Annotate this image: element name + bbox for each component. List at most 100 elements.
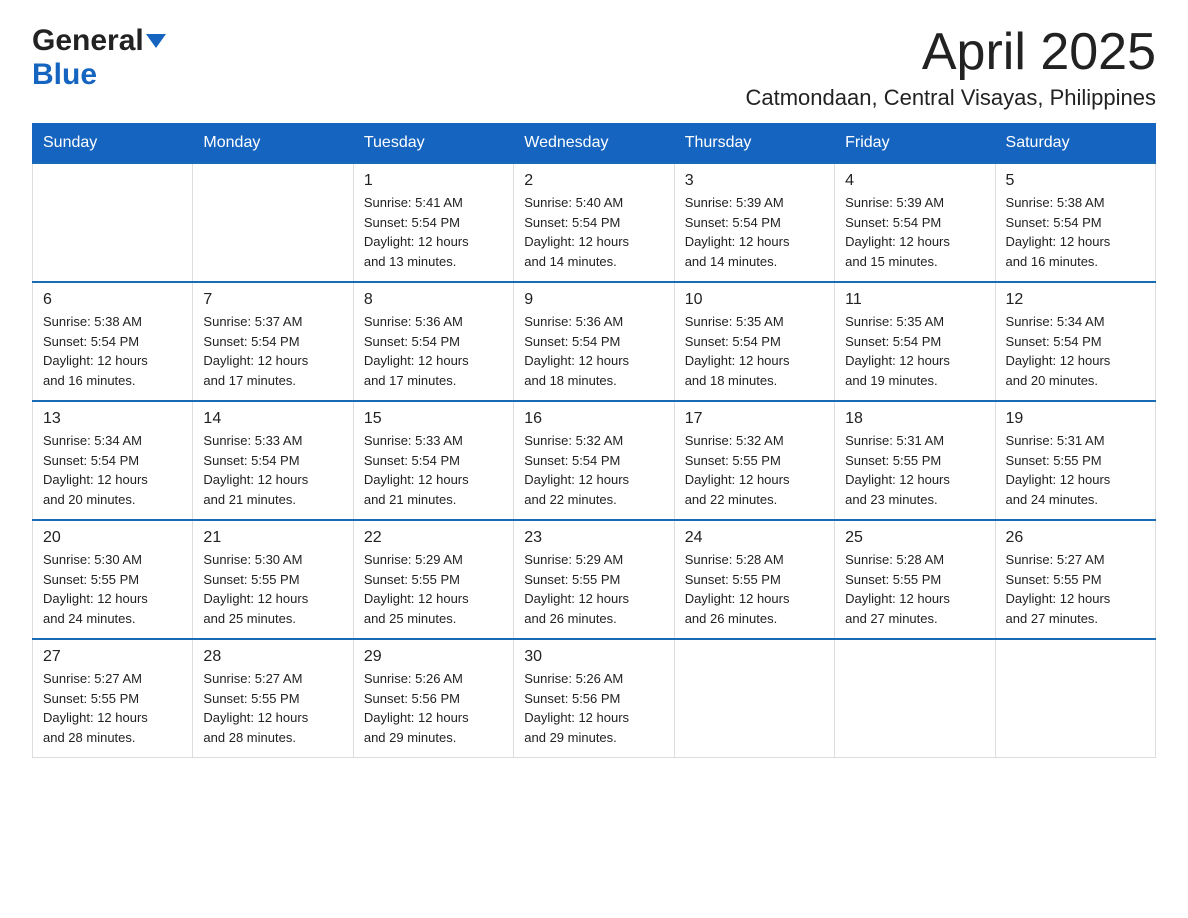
day-number: 2 [524, 172, 663, 190]
page-header: General Blue April 2025 Catmondaan, Cent… [32, 24, 1156, 111]
calendar-cell-2-3: 16Sunrise: 5:32 AMSunset: 5:54 PMDayligh… [514, 401, 674, 520]
calendar-header: SundayMondayTuesdayWednesdayThursdayFrid… [33, 124, 1156, 164]
day-info: Sunrise: 5:32 AMSunset: 5:55 PMDaylight:… [685, 431, 824, 509]
day-info: Sunrise: 5:38 AMSunset: 5:54 PMDaylight:… [1006, 193, 1145, 271]
day-number: 28 [203, 648, 342, 666]
calendar-cell-3-5: 25Sunrise: 5:28 AMSunset: 5:55 PMDayligh… [835, 520, 995, 639]
day-number: 30 [524, 648, 663, 666]
calendar-cell-3-2: 22Sunrise: 5:29 AMSunset: 5:55 PMDayligh… [353, 520, 513, 639]
day-info: Sunrise: 5:26 AMSunset: 5:56 PMDaylight:… [364, 669, 503, 747]
day-info: Sunrise: 5:32 AMSunset: 5:54 PMDaylight:… [524, 431, 663, 509]
calendar-cell-3-3: 23 Sunrise: 5:29 AMSunset: 5:55 PMDayligh… [514, 520, 674, 639]
calendar-cell-3-6: 26 Sunrise: 5:27 AMSunset: 5:55 PMDayligh… [995, 520, 1155, 639]
day-info: Sunrise: 5:40 AMSunset: 5:54 PMDaylight:… [524, 193, 663, 271]
calendar-cell-2-6: 19 Sunrise: 5:31 AMSunset: 5:55 PMDayligh… [995, 401, 1155, 520]
calendar-subtitle: Catmondaan, Central Visayas, Philippines [746, 85, 1157, 111]
logo-text: General [32, 24, 166, 58]
day-number: 1 [364, 172, 503, 190]
calendar-cell-1-2: 8Sunrise: 5:36 AMSunset: 5:54 PMDaylight… [353, 282, 513, 401]
calendar-cell-0-5: 4 Sunrise: 5:39 AMSunset: 5:54 PMDaylight… [835, 163, 995, 282]
day-info: Sunrise: 5:27 AMSunset: 5:55 PMDaylight:… [1006, 550, 1145, 628]
day-info: Sunrise: 5:33 AMSunset: 5:54 PMDaylight:… [364, 431, 503, 509]
logo-arrow-icon [144, 24, 166, 57]
calendar-cell-4-0: 27Sunrise: 5:27 AMSunset: 5:55 PMDayligh… [33, 639, 193, 758]
day-info: Sunrise: 5:30 AMSunset: 5:55 PMDaylight:… [43, 550, 182, 628]
calendar-week-3: 13 Sunrise: 5:34 AMSunset: 5:54 PMDayligh… [33, 401, 1156, 520]
calendar-week-4: 20 Sunrise: 5:30 AMSunset: 5:55 PMDayligh… [33, 520, 1156, 639]
calendar-cell-1-0: 6 Sunrise: 5:38 AMSunset: 5:54 PMDaylight… [33, 282, 193, 401]
calendar-cell-0-4: 3 Sunrise: 5:39 AMSunset: 5:54 PMDaylight… [674, 163, 834, 282]
weekday-header-sunday: Sunday [33, 124, 193, 164]
day-number: 20 [43, 529, 182, 547]
day-info: Sunrise: 5:28 AMSunset: 5:55 PMDaylight:… [845, 550, 984, 628]
calendar-cell-0-2: 1Sunrise: 5:41 AMSunset: 5:54 PMDaylight… [353, 163, 513, 282]
day-info: Sunrise: 5:27 AMSunset: 5:55 PMDaylight:… [43, 669, 182, 747]
day-number: 9 [524, 291, 663, 309]
calendar-table: SundayMondayTuesdayWednesdayThursdayFrid… [32, 123, 1156, 758]
calendar-cell-0-6: 5Sunrise: 5:38 AMSunset: 5:54 PMDaylight… [995, 163, 1155, 282]
day-number: 22 [364, 529, 503, 547]
day-number: 19 [1006, 410, 1145, 428]
day-number: 23 [524, 529, 663, 547]
calendar-cell-4-3: 30 Sunrise: 5:26 AMSunset: 5:56 PMDayligh… [514, 639, 674, 758]
calendar-cell-0-0 [33, 163, 193, 282]
day-info: Sunrise: 5:27 AMSunset: 5:55 PMDaylight:… [203, 669, 342, 747]
day-number: 11 [845, 291, 984, 309]
day-number: 6 [43, 291, 182, 309]
calendar-week-1: 1Sunrise: 5:41 AMSunset: 5:54 PMDaylight… [33, 163, 1156, 282]
day-info: Sunrise: 5:29 AMSunset: 5:55 PMDaylight:… [524, 550, 663, 628]
day-info: Sunrise: 5:34 AMSunset: 5:54 PMDaylight:… [1006, 312, 1145, 390]
day-info: Sunrise: 5:30 AMSunset: 5:55 PMDaylight:… [203, 550, 342, 628]
day-info: Sunrise: 5:39 AMSunset: 5:54 PMDaylight:… [685, 193, 824, 271]
calendar-cell-3-4: 24Sunrise: 5:28 AMSunset: 5:55 PMDayligh… [674, 520, 834, 639]
logo-blue: Blue [32, 58, 97, 91]
calendar-cell-2-0: 13 Sunrise: 5:34 AMSunset: 5:54 PMDayligh… [33, 401, 193, 520]
calendar-cell-2-1: 14 Sunrise: 5:33 AMSunset: 5:54 PMDayligh… [193, 401, 353, 520]
day-info: Sunrise: 5:39 AMSunset: 5:54 PMDaylight:… [845, 193, 984, 271]
day-number: 24 [685, 529, 824, 547]
day-number: 3 [685, 172, 824, 190]
calendar-cell-3-1: 21Sunrise: 5:30 AMSunset: 5:55 PMDayligh… [193, 520, 353, 639]
calendar-week-2: 6 Sunrise: 5:38 AMSunset: 5:54 PMDaylight… [33, 282, 1156, 401]
day-info: Sunrise: 5:36 AMSunset: 5:54 PMDaylight:… [364, 312, 503, 390]
calendar-cell-1-5: 11 Sunrise: 5:35 AMSunset: 5:54 PMDayligh… [835, 282, 995, 401]
weekday-header-row: SundayMondayTuesdayWednesdayThursdayFrid… [33, 124, 1156, 164]
calendar-cell-4-4 [674, 639, 834, 758]
calendar-title: April 2025 [746, 24, 1157, 81]
day-info: Sunrise: 5:31 AMSunset: 5:55 PMDaylight:… [845, 431, 984, 509]
calendar-cell-4-1: 28 Sunrise: 5:27 AMSunset: 5:55 PMDayligh… [193, 639, 353, 758]
day-number: 10 [685, 291, 824, 309]
day-number: 13 [43, 410, 182, 428]
day-info: Sunrise: 5:31 AMSunset: 5:55 PMDaylight:… [1006, 431, 1145, 509]
day-number: 18 [845, 410, 984, 428]
calendar-body: 1Sunrise: 5:41 AMSunset: 5:54 PMDaylight… [33, 163, 1156, 758]
calendar-cell-0-1 [193, 163, 353, 282]
weekday-header-tuesday: Tuesday [353, 124, 513, 164]
weekday-header-saturday: Saturday [995, 124, 1155, 164]
weekday-header-monday: Monday [193, 124, 353, 164]
day-number: 17 [685, 410, 824, 428]
weekday-header-thursday: Thursday [674, 124, 834, 164]
calendar-cell-1-3: 9Sunrise: 5:36 AMSunset: 5:54 PMDaylight… [514, 282, 674, 401]
logo: General Blue [32, 24, 166, 92]
calendar-cell-4-5 [835, 639, 995, 758]
day-number: 26 [1006, 529, 1145, 547]
calendar-cell-1-6: 12 Sunrise: 5:34 AMSunset: 5:54 PMDayligh… [995, 282, 1155, 401]
day-number: 4 [845, 172, 984, 190]
calendar-cell-2-4: 17 Sunrise: 5:32 AMSunset: 5:55 PMDayligh… [674, 401, 834, 520]
calendar-week-5: 27Sunrise: 5:27 AMSunset: 5:55 PMDayligh… [33, 639, 1156, 758]
day-info: Sunrise: 5:26 AMSunset: 5:56 PMDaylight:… [524, 669, 663, 747]
day-info: Sunrise: 5:33 AMSunset: 5:54 PMDaylight:… [203, 431, 342, 509]
day-number: 15 [364, 410, 503, 428]
calendar-cell-1-1: 7Sunrise: 5:37 AMSunset: 5:54 PMDaylight… [193, 282, 353, 401]
day-info: Sunrise: 5:38 AMSunset: 5:54 PMDaylight:… [43, 312, 182, 390]
calendar-cell-4-2: 29Sunrise: 5:26 AMSunset: 5:56 PMDayligh… [353, 639, 513, 758]
day-info: Sunrise: 5:35 AMSunset: 5:54 PMDaylight:… [845, 312, 984, 390]
day-number: 7 [203, 291, 342, 309]
calendar-cell-4-6 [995, 639, 1155, 758]
day-info: Sunrise: 5:34 AMSunset: 5:54 PMDaylight:… [43, 431, 182, 509]
calendar-cell-1-4: 10Sunrise: 5:35 AMSunset: 5:54 PMDayligh… [674, 282, 834, 401]
day-number: 12 [1006, 291, 1145, 309]
title-section: April 2025 Catmondaan, Central Visayas, … [746, 24, 1157, 111]
day-number: 14 [203, 410, 342, 428]
